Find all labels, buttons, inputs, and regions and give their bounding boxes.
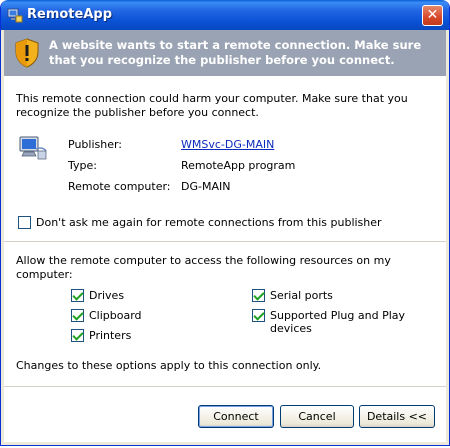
printers-checkbox[interactable] (71, 329, 84, 342)
close-icon: ✕ (426, 7, 439, 23)
close-button[interactable]: ✕ (422, 5, 443, 26)
cancel-button[interactable]: Cancel (280, 405, 354, 428)
details-button[interactable]: Details << (359, 405, 435, 428)
separator-top (4, 241, 446, 242)
remote-computer-icon (19, 136, 47, 160)
publisher-link[interactable]: WMSvc-DG-MAIN (181, 138, 274, 151)
serial-ports-label[interactable]: Serial ports (270, 289, 333, 302)
drives-checkbox[interactable] (71, 289, 84, 302)
printers-label[interactable]: Printers (89, 329, 131, 342)
type-value: RemoteApp program (181, 159, 296, 172)
publisher-label: Publisher: (68, 138, 123, 151)
type-label: Type: (68, 159, 97, 172)
changes-note: Changes to these options apply to this c… (16, 359, 322, 372)
dont-ask-checkbox[interactable] (18, 216, 31, 229)
remote-computer-value: DG-MAIN (181, 180, 231, 193)
warning-banner: A website wants to start a remote connec… (4, 30, 446, 76)
title-bar[interactable]: RemoteApp ✕ (1, 0, 449, 30)
warning-text: This remote connection could harm your c… (16, 92, 408, 119)
serial-ports-checkbox[interactable] (252, 289, 265, 302)
separator-bottom (4, 386, 446, 387)
connect-button[interactable]: Connect (198, 405, 274, 428)
resources-heading: Allow the remote computer to access the … (16, 254, 391, 281)
remoteapp-icon (7, 8, 23, 23)
remoteapp-dialog: RemoteApp ✕ A website wants to start a r… (0, 0, 450, 446)
drives-label[interactable]: Drives (89, 289, 124, 302)
banner-message: A website wants to start a remote connec… (49, 38, 422, 67)
clipboard-checkbox[interactable] (71, 309, 84, 322)
dialog-body: A website wants to start a remote connec… (4, 30, 446, 442)
clipboard-label[interactable]: Clipboard (89, 309, 142, 322)
remote-computer-label: Remote computer: (68, 180, 171, 193)
plug-and-play-checkbox[interactable] (252, 309, 265, 322)
dont-ask-label[interactable]: Don't ask me again for remote connection… (36, 216, 382, 229)
window-title: RemoteApp (27, 7, 113, 22)
shield-warning-icon (15, 38, 39, 68)
plug-and-play-label[interactable]: Supported Plug and Play devices (270, 309, 446, 335)
